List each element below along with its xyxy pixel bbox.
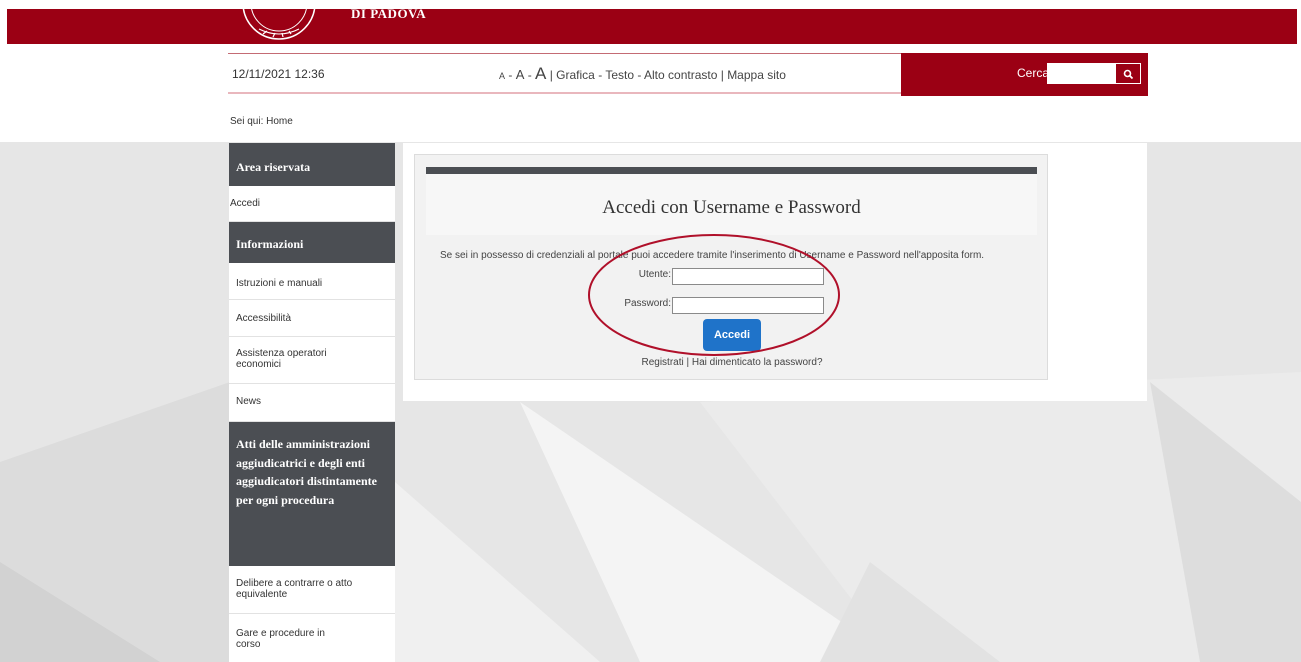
links-separator: | <box>683 357 692 368</box>
separator: | <box>546 68 557 82</box>
mappa-sito-link[interactable]: Mappa sito <box>727 68 786 82</box>
current-datetime: 12/11/2021 12:36 <box>232 67 325 81</box>
login-description: Se sei in possesso di credenziali al por… <box>440 250 985 261</box>
breadcrumb-prefix: Sei qui: <box>230 116 264 127</box>
university-seal-icon[interactable] <box>239 9 319 44</box>
login-links: Registrati | Hai dimenticato la password… <box>415 357 1049 368</box>
sidebar-header-atti: Atti delle amministrazioni aggiudicatric… <box>229 422 395 566</box>
register-link[interactable]: Registrati <box>641 357 683 368</box>
separator: | <box>717 68 728 82</box>
sidebar: Area riservata Accedi Informazioni Istru… <box>229 143 395 662</box>
sidebar-item-gare-procedure[interactable]: Gare e procedure in corso <box>229 614 395 662</box>
sidebar-item-accedi[interactable]: Accedi <box>229 186 395 222</box>
main-content: Accedi con Username e Password Se sei in… <box>403 143 1147 401</box>
login-box: Accedi con Username e Password Se sei in… <box>414 154 1048 380</box>
university-name: DI PADOVA <box>351 6 427 21</box>
top-banner: DI PADOVA <box>7 6 1297 44</box>
search-button[interactable] <box>1115 63 1141 84</box>
login-title: Accedi con Username e Password <box>602 197 861 218</box>
alto-contrasto-link[interactable]: Alto contrasto <box>644 68 717 82</box>
breadcrumb-home-link[interactable]: Home <box>266 116 293 127</box>
login-submit-button[interactable]: Accedi <box>703 319 761 351</box>
username-label: Utente: <box>638 269 671 280</box>
search-area: Cerca: <box>901 53 1148 96</box>
utility-bar: 12/11/2021 12:36 A - A - A | Grafica - T… <box>228 53 1148 96</box>
sidebar-item-assistenza[interactable]: Assistenza operatori economici <box>229 337 395 384</box>
separator: - <box>594 68 606 82</box>
sidebar-item-delibere[interactable]: Delibere a contrarre o atto equivalente <box>229 566 395 614</box>
password-input[interactable] <box>672 297 824 314</box>
sidebar-item-istruzioni-manuali[interactable]: Istruzioni e manuali <box>229 263 395 300</box>
accessibility-links: A - A - A | Grafica - Testo - Alto contr… <box>499 64 786 84</box>
forgot-password-link[interactable]: Hai dimenticato la password? <box>692 357 823 368</box>
separator: - <box>524 68 536 82</box>
sidebar-item-news[interactable]: News <box>229 384 395 422</box>
font-size-large-link[interactable]: A <box>535 64 546 83</box>
username-input[interactable] <box>672 268 824 285</box>
search-icon <box>1123 69 1134 80</box>
testo-link[interactable]: Testo <box>605 68 634 82</box>
separator: - <box>634 68 645 82</box>
separator: - <box>505 68 516 82</box>
grafica-link[interactable]: Grafica <box>556 68 595 82</box>
sidebar-header-informazioni: Informazioni <box>229 222 395 263</box>
sidebar-header-area-riservata: Area riservata <box>229 143 395 186</box>
sidebar-item-accessibilita[interactable]: Accessibilità <box>229 300 395 337</box>
login-title-box: Accedi con Username e Password <box>426 174 1037 235</box>
login-header-bar <box>426 167 1037 174</box>
breadcrumb: Sei qui: Home <box>230 116 293 127</box>
password-label: Password: <box>624 298 671 309</box>
